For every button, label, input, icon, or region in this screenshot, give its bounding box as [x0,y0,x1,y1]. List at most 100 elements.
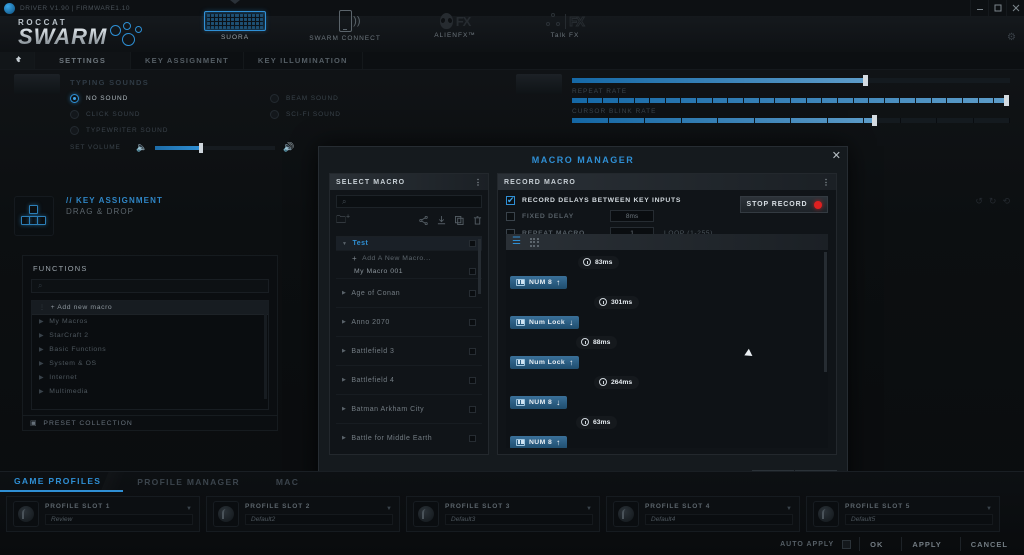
list-view-icon[interactable]: ☰ [512,237,521,247]
tab-key-assignment[interactable]: KEY ASSIGNMENT [130,52,243,69]
copy-icon[interactable] [455,215,464,227]
macro-group-age-of-conan[interactable]: ▶ Age of Conan [336,279,482,308]
select-macro-menu-icon[interactable]: ⋮ [474,178,482,187]
chevron-down-icon[interactable]: ▼ [386,506,392,512]
key-chip[interactable]: Num Lock ↓ [510,315,580,329]
gear-icon[interactable]: ⚙ [1007,32,1016,43]
chevron-down-icon[interactable]: ▼ [186,506,192,512]
record-delays-checkbox[interactable] [506,195,515,206]
tab-settings[interactable]: SETTINGS [34,52,130,69]
function-item-internet[interactable]: ▶ Internet [32,371,268,385]
tab-key-illumination[interactable]: KEY ILLUMINATION [242,52,362,69]
chevron-down-icon[interactable]: ▼ [986,506,992,512]
key-chip[interactable]: Num Lock ↑ [510,355,580,369]
volume-slider-knob[interactable] [198,142,203,153]
slot-value[interactable]: Default3 [445,514,593,525]
top-rate-slider[interactable] [572,75,1010,86]
cursor-blink-knob[interactable] [872,115,878,126]
slot-value[interactable]: Review [45,514,193,525]
macro-group-battle-for-middle-earth[interactable]: ▶ Battle for Middle Earth [336,424,482,448]
tab-macro-manager[interactable]: MAC [262,472,321,492]
macro-checkbox[interactable] [469,347,476,355]
macro-checkbox[interactable] [469,434,476,442]
auto-apply-checkbox[interactable] [842,539,852,549]
macro-group-anno-2070[interactable]: ▶ Anno 2070 [336,308,482,337]
repeat-rate-slider[interactable] [572,95,1010,106]
device-suora[interactable]: SUORA [180,0,290,52]
radio-click-sound[interactable]: CLICK SOUND [70,110,270,119]
macro-checkbox[interactable] [469,240,476,247]
macro-checkbox[interactable] [469,318,476,326]
function-item-system-os[interactable]: ▶ System & OS [32,357,268,371]
key-chip[interactable]: NUM 8 ↓ [510,395,567,409]
tab-game-profiles[interactable]: GAME PROFILES [0,472,127,492]
redo-icon[interactable]: ↻ [989,196,997,207]
delay-chip[interactable]: 264ms [594,375,640,389]
volume-slider[interactable] [155,142,276,153]
cancel-button[interactable]: CANCEL [959,537,1018,551]
radio-typewriter-sound[interactable]: TYPEWRITER SOUND [70,126,270,135]
fixed-delay-input[interactable]: 8ms [610,210,654,222]
sequence-key-row[interactable]: NUM 8 ↑ [506,432,828,448]
dialog-close-icon[interactable]: ✕ [832,151,841,162]
function-item-add-new-macro[interactable]: ⋮ + Add new macro [32,301,268,315]
sequence-key-row[interactable]: NUM 8 ↑ [506,272,828,292]
functions-search-input[interactable]: ⌕ [31,279,269,293]
macro-group-battlefield-3[interactable]: ▶ Battlefield 3 [336,337,482,366]
macro-search-input[interactable]: ⌕ [336,195,482,208]
stop-record-button[interactable]: STOP RECORD [740,196,828,213]
device-talkfx[interactable]: FX Talk FX [510,0,620,52]
grid-view-icon[interactable] [529,237,539,247]
slot-value[interactable]: Default4 [645,514,793,525]
sequence-key-row[interactable]: Num Lock ↓ [506,312,828,332]
share-icon[interactable] [419,215,428,227]
delete-icon[interactable] [473,215,482,227]
slot-value[interactable]: Default2 [245,514,393,525]
record-macro-menu-icon[interactable]: ⋮ [822,178,830,187]
profile-slot-5[interactable]: PROFILE SLOT 5 Default5 ▼ [806,496,1000,532]
fixed-delay-checkbox[interactable] [506,211,515,221]
radio-no-sound[interactable]: NO SOUND [70,94,270,103]
sequence-key-row[interactable]: NUM 8 ↓ [506,392,828,412]
macro-group-battlefield-4[interactable]: ▶ Battlefield 4 [336,366,482,395]
functions-scrollbar[interactable] [264,303,267,399]
preset-collection-button[interactable]: ▣ PRESET COLLECTION [22,415,278,430]
sequence-delay-row[interactable]: 83ms [506,252,828,272]
sequence-key-row[interactable]: Num Lock ↑ [506,352,828,372]
delay-chip[interactable]: 63ms [576,415,618,429]
chevron-down-icon[interactable]: ▼ [586,506,592,512]
delay-chip[interactable]: 88ms [576,335,618,349]
macro-add-new[interactable]: + Add A New Macro... [336,251,482,265]
sequence-delay-row[interactable]: 88ms [506,332,828,352]
function-item-my-macros[interactable]: ▶ My Macros [32,315,268,329]
reset-icon[interactable]: ⟲ [1002,196,1010,207]
slot-value[interactable]: Default5 [845,514,993,525]
sequence-scrollbar[interactable] [824,252,827,372]
macro-group-test[interactable]: ▼ Test [336,237,482,251]
cursor-blink-slider[interactable] [572,115,1010,126]
profile-slot-2[interactable]: PROFILE SLOT 2 Default2 ▼ [206,496,400,532]
pin-icon[interactable] [0,52,34,69]
sequence-delay-row[interactable]: 301ms [506,292,828,312]
device-swarm-connect[interactable]: )) SWARM CONNECT [290,0,400,52]
function-item-basic-functions[interactable]: ▶ Basic Functions [32,343,268,357]
radio-scifi-sound[interactable]: SCI-FI SOUND [270,110,341,119]
delay-chip[interactable]: 83ms [578,255,620,269]
macro-checkbox[interactable] [469,376,476,384]
repeat-rate-knob[interactable] [1003,95,1009,106]
function-item-multimedia[interactable]: ▶ Multimedia [32,385,268,399]
function-item-starcraft-2[interactable]: ▶ StarCraft 2 [32,329,268,343]
delay-chip[interactable]: 301ms [594,295,640,309]
profile-slot-4[interactable]: PROFILE SLOT 4 Default4 ▼ [606,496,800,532]
key-chip[interactable]: NUM 8 ↑ [510,275,567,289]
profile-slot-1[interactable]: PROFILE SLOT 1 Review ▼ [6,496,200,532]
key-chip[interactable]: NUM 8 ↑ [510,435,567,448]
profile-slot-3[interactable]: PROFILE SLOT 3 Default3 ▼ [406,496,600,532]
download-icon[interactable] [437,215,446,227]
macro-checkbox[interactable] [469,268,476,275]
macro-group-batman-arkham-city[interactable]: ▶ Batman Arkham City [336,395,482,424]
macro-sequence-list[interactable]: 83ms NUM 8 ↑ 301ms Num Lock ↓ 88ms Num Lock ↑ 264… [506,250,828,448]
new-folder-icon[interactable]: 🗀+ [336,213,350,230]
macro-checkbox[interactable] [469,289,476,297]
sequence-delay-row[interactable]: 264ms [506,372,828,392]
